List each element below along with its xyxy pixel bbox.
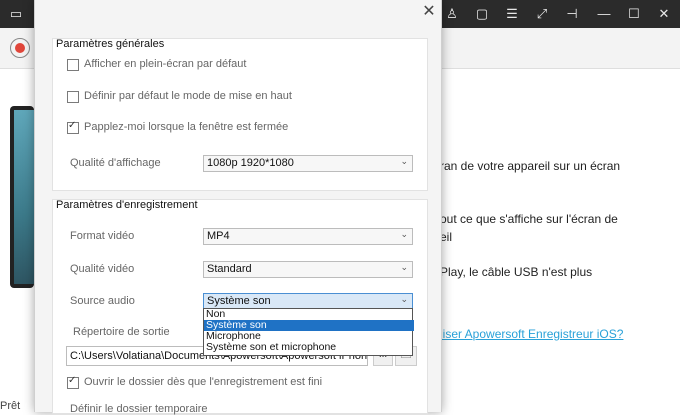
display-quality-label: Qualité d'affichage <box>70 157 161 169</box>
audio-option[interactable]: Système son et microphone <box>204 342 414 353</box>
chevron-down-icon: ⌄ <box>400 294 408 304</box>
background-text: ran de votre appareil sur un écran <box>440 159 621 173</box>
ontop-label: Définir par défaut le mode de mise en ha… <box>84 90 292 102</box>
video-format-select[interactable]: MP4 ⌄ <box>203 228 413 245</box>
record-button[interactable] <box>10 38 30 58</box>
video-quality-label: Qualité vidéo <box>70 263 135 275</box>
audio-source-value: Système son <box>207 295 271 307</box>
chevron-down-icon: ⌄ <box>400 229 408 239</box>
temp-folder-label: Définir le dossier temporaire <box>70 403 208 415</box>
fullscreen-label: Afficher en plein-écran par défaut <box>84 58 247 70</box>
maximize-icon[interactable]: ☐ <box>626 6 642 22</box>
recording-settings-title: Paramètres d'enregistrement <box>56 199 198 211</box>
ios-recorder-link[interactable]: liser Apowersoft Enregistreur iOS? <box>440 327 623 341</box>
feedback-icon[interactable]: ▢ <box>474 6 490 22</box>
fullscreen-icon[interactable]: ⤢ <box>534 6 550 22</box>
display-quality-select[interactable]: 1080p 1920*1080 ⌄ <box>203 155 413 172</box>
pin-icon[interactable]: ⊣ <box>564 6 580 22</box>
minimize-icon[interactable]: — <box>596 6 612 22</box>
window-close-icon[interactable]: ✕ <box>656 6 672 22</box>
phone-preview <box>10 106 34 288</box>
open-folder-label: Ouvrir le dossier dès que l'enregistreme… <box>84 376 323 388</box>
phone-screen <box>14 110 34 284</box>
background-text: out ce que s'affiche sur l'écran de <box>440 212 618 226</box>
remind-label: Papplez-moi lorsque la fenêtre est fermé… <box>84 121 289 133</box>
open-folder-checkbox[interactable] <box>67 375 79 389</box>
ontop-checkbox[interactable] <box>67 91 79 103</box>
status-bar: Prêt <box>0 400 21 412</box>
chevron-down-icon: ⌄ <box>400 262 408 272</box>
background-text: Play, le câble USB n'est plus <box>440 265 593 279</box>
user-icon[interactable]: ♙ <box>444 6 460 22</box>
settings-dialog: ✕ Paramètres générales Afficher en plein… <box>34 0 442 415</box>
fullscreen-checkbox[interactable] <box>67 59 79 71</box>
video-format-value: MP4 <box>207 230 230 242</box>
remind-checkbox[interactable] <box>67 120 79 134</box>
close-icon[interactable]: ✕ <box>421 4 437 20</box>
output-dir-label: Répertoire de sortie <box>73 326 170 338</box>
audio-source-label: Source audio <box>70 295 135 307</box>
menu-icon[interactable]: ☰ <box>504 6 520 22</box>
general-settings-title: Paramètres générales <box>56 38 165 50</box>
audio-source-dropdown: Non Système son Microphone Système son e… <box>203 308 414 356</box>
chevron-down-icon: ⌄ <box>400 156 408 166</box>
display-quality-value: 1080p 1920*1080 <box>207 157 294 169</box>
video-quality-select[interactable]: Standard ⌄ <box>203 261 413 278</box>
screencast-icon: ▭ <box>9 6 23 21</box>
video-quality-value: Standard <box>207 263 252 275</box>
video-format-label: Format vidéo <box>70 230 135 242</box>
